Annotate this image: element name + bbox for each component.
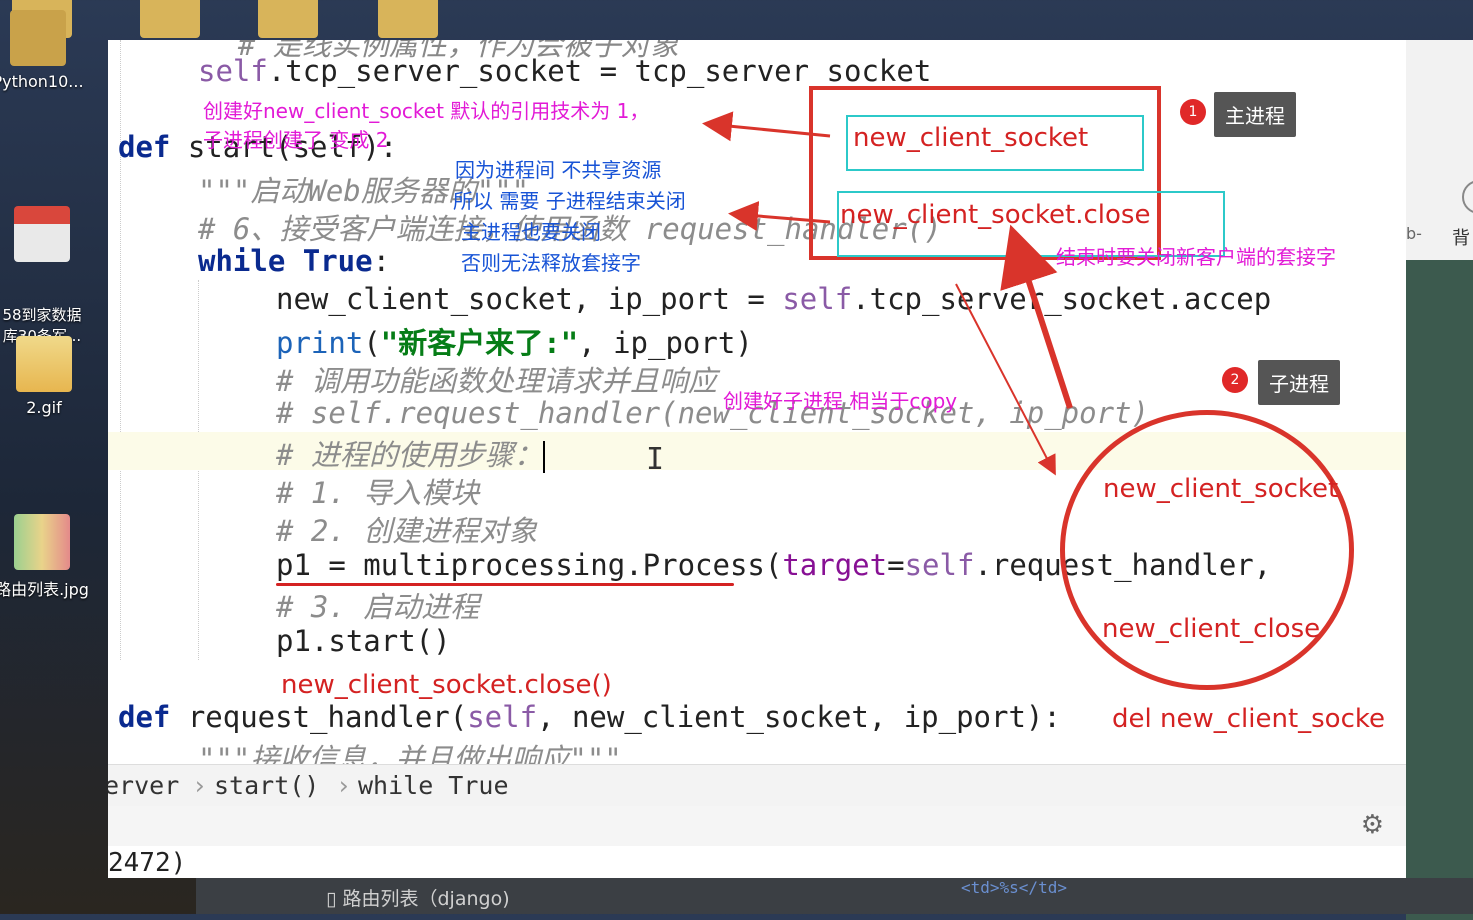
- arrow-to-close-reason: [728, 201, 831, 231]
- arrow-to-main-close: [1000, 224, 1073, 409]
- annotation-arrows: [702, 111, 1073, 476]
- arrow-to-refcount: [702, 111, 831, 142]
